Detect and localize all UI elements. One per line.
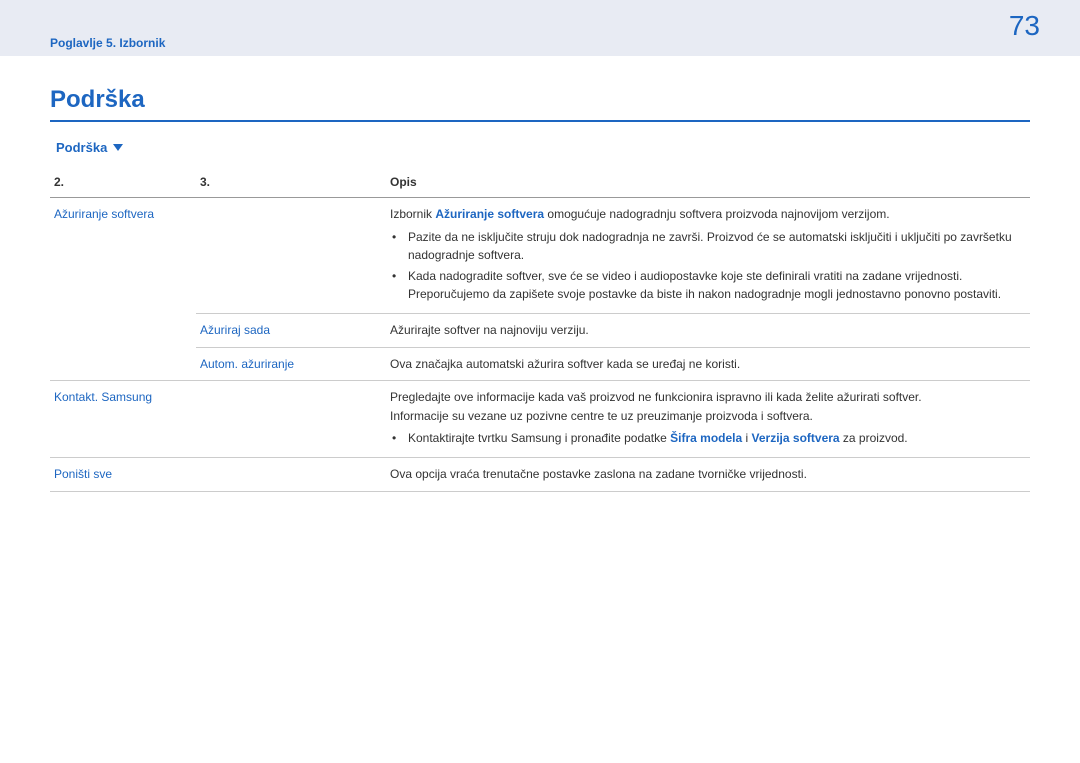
col-desc-header: Opis [386,169,1030,198]
bullet-item: Kontaktirajte tvrtku Samsung i pronađite… [404,429,1022,448]
table-header-row: 2. 3. Opis [50,169,1030,198]
desc-line: Informacije su vezane uz pozivne centre … [390,407,1022,426]
table-row: Poništi sve Ova opcija vraća trenutačne … [50,457,1030,491]
desc-cell: Ova značajka automatski ažurira softver … [386,347,1030,381]
triangle-down-icon [113,144,123,151]
menu-item-contact-samsung: Kontakt. Samsung [54,390,152,404]
bullet-item: Kada nadogradite softver, sve će se vide… [404,267,1022,304]
table-row: Kontakt. Samsung Pregledajte ove informa… [50,381,1030,458]
bullet-list: Kontaktirajte tvrtku Samsung i pronađite… [390,429,1022,448]
col-2-header: 2. [50,169,196,198]
section-text: Podrška [56,140,107,155]
page-number: 73 [1009,10,1040,42]
desc-cell: Ažurirajte softver na najnoviju verziju. [386,313,1030,347]
page-content: Podrška Podrška 2. 3. Opis Ažuriranje so… [0,56,1080,492]
bullet-list: Pazite da ne isključite struju dok nadog… [390,228,1022,304]
bullet-text: za proizvod. [840,431,908,445]
table-row: Ažuriraj sada Ažurirajte softver na najn… [50,313,1030,347]
inline-em: Šifra modela [670,431,742,445]
menu-table: 2. 3. Opis Ažuriranje softvera Izbornik … [50,169,1030,492]
table-row: Autom. ažuriranje Ova značajka automatsk… [50,347,1030,381]
desc-text: Izbornik [390,207,435,221]
menu-item-update-now: Ažuriraj sada [200,323,270,337]
section-heading: Podrška [56,140,123,155]
page-title: Podrška [50,86,1030,122]
bullet-item: Pazite da ne isključite struju dok nadog… [404,228,1022,265]
inline-em: Ažuriranje softvera [435,207,544,221]
menu-item-auto-update: Autom. ažuriranje [200,357,294,371]
col-3-header: 3. [196,169,386,198]
desc-cell: Izbornik Ažuriranje softvera omogućuje n… [386,198,1030,314]
bullet-text: i [742,431,751,445]
header-band: Poglavlje 5. Izbornik 73 [0,0,1080,56]
menu-item-software-update: Ažuriranje softvera [54,207,154,221]
desc-text: omogućuje nadogradnju softvera proizvoda… [544,207,890,221]
menu-item-reset-all: Poništi sve [54,467,112,481]
desc-cell: Ova opcija vraća trenutačne postavke zas… [386,457,1030,491]
desc-cell: Pregledajte ove informacije kada vaš pro… [386,381,1030,458]
table-row: Ažuriranje softvera Izbornik Ažuriranje … [50,198,1030,314]
desc-line: Pregledajte ove informacije kada vaš pro… [390,388,1022,407]
chapter-label: Poglavlje 5. Izbornik [50,36,165,50]
bullet-text: Kontaktirajte tvrtku Samsung i pronađite… [408,431,670,445]
inline-em: Verzija softvera [752,431,840,445]
